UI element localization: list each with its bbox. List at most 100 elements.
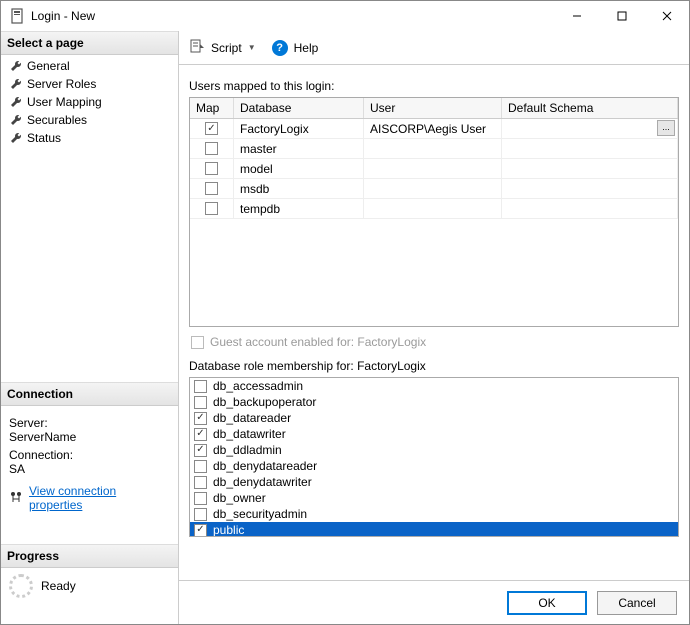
role-item-db_ddladmin[interactable]: db_ddladmin: [190, 442, 678, 458]
sidebar-item-general[interactable]: General: [1, 57, 178, 75]
role-item-db_denydatareader[interactable]: db_denydatareader: [190, 458, 678, 474]
col-database[interactable]: Database: [234, 98, 364, 118]
role-checkbox[interactable]: [194, 412, 207, 425]
col-user[interactable]: User: [364, 98, 502, 118]
role-label: db_denydatawriter: [213, 475, 312, 489]
role-checkbox[interactable]: [194, 380, 207, 393]
user-cell[interactable]: [364, 199, 502, 218]
role-label: db_ddladmin: [213, 443, 282, 457]
login-new-dialog: Login - New Select a page General Server …: [0, 0, 690, 625]
select-page-header: Select a page: [1, 31, 178, 55]
role-label: db_securityadmin: [213, 507, 307, 521]
database-cell[interactable]: master: [234, 139, 364, 158]
database-cell[interactable]: model: [234, 159, 364, 178]
title-bar: Login - New: [1, 1, 689, 31]
connection-label: Connection:: [9, 448, 170, 462]
sidebar-item-user-mapping[interactable]: User Mapping: [1, 93, 178, 111]
progress-spinner-icon: [9, 574, 33, 598]
role-item-db_datareader[interactable]: db_datareader: [190, 410, 678, 426]
role-item-db_accessadmin[interactable]: db_accessadmin: [190, 378, 678, 394]
help-button[interactable]: Help: [294, 41, 319, 55]
role-item-db_datawriter[interactable]: db_datawriter: [190, 426, 678, 442]
connection-properties-icon: [9, 490, 23, 507]
role-item-public[interactable]: public: [190, 522, 678, 537]
map-checkbox[interactable]: [205, 202, 218, 215]
schema-cell[interactable]: [502, 199, 678, 218]
guest-account-row: Guest account enabled for: FactoryLogix: [191, 335, 679, 349]
close-button[interactable]: [644, 1, 689, 31]
cancel-button-label: Cancel: [618, 596, 655, 610]
connection-header: Connection: [1, 382, 178, 406]
col-schema[interactable]: Default Schema: [502, 98, 678, 118]
users-mapped-label: Users mapped to this login:: [189, 79, 679, 93]
map-checkbox[interactable]: [205, 182, 218, 195]
user-cell[interactable]: [364, 139, 502, 158]
role-item-db_backupoperator[interactable]: db_backupoperator: [190, 394, 678, 410]
table-row[interactable]: master: [190, 139, 678, 159]
role-checkbox[interactable]: [194, 428, 207, 441]
script-icon: [189, 38, 205, 57]
right-panel: Script ▼ ? Help Users mapped to this log…: [179, 31, 689, 624]
role-checkbox[interactable]: [194, 460, 207, 473]
role-checkbox[interactable]: [194, 524, 207, 537]
role-label: db_backupoperator: [213, 395, 316, 409]
role-item-db_owner[interactable]: db_owner: [190, 490, 678, 506]
help-icon: ?: [272, 40, 288, 56]
page-nav: General Server Roles User MappingSecurable…: [1, 55, 178, 149]
role-item-db_denydatawriter[interactable]: db_denydatawriter: [190, 474, 678, 490]
view-connection-properties-link[interactable]: View connection properties: [9, 484, 170, 512]
script-button[interactable]: Script: [211, 41, 242, 55]
roles-listbox[interactable]: db_accessadmindb_backupoperator db_datare…: [189, 377, 679, 537]
wrench-icon: [9, 131, 23, 145]
database-cell[interactable]: tempdb: [234, 199, 364, 218]
minimize-button[interactable]: [554, 1, 599, 31]
role-checkbox[interactable]: [194, 476, 207, 489]
connection-value: SA: [9, 462, 170, 476]
role-checkbox[interactable]: [194, 492, 207, 505]
role-label: db_denydatareader: [213, 459, 317, 473]
role-checkbox[interactable]: [194, 396, 207, 409]
col-map[interactable]: Map: [190, 98, 234, 118]
ok-button[interactable]: OK: [507, 591, 587, 615]
user-cell[interactable]: [364, 179, 502, 198]
role-label: db_datareader: [213, 411, 291, 425]
wrench-icon: [9, 77, 23, 91]
users-mapped-grid[interactable]: Map Database User Default Schema Factory…: [189, 97, 679, 327]
maximize-button[interactable]: [599, 1, 644, 31]
progress-header: Progress: [1, 544, 178, 568]
cancel-button[interactable]: Cancel: [597, 591, 677, 615]
schema-browse-button[interactable]: ...: [657, 120, 675, 136]
map-checkbox[interactable]: [205, 142, 218, 155]
schema-cell[interactable]: [502, 139, 678, 158]
wrench-icon: [9, 113, 23, 127]
schema-cell[interactable]: [502, 179, 678, 198]
role-label: db_datawriter: [213, 427, 286, 441]
script-dropdown-icon[interactable]: ▼: [248, 43, 256, 52]
role-item-db_securityadmin[interactable]: db_securityadmin: [190, 506, 678, 522]
user-cell[interactable]: AISCORP\Aegis User: [364, 119, 502, 138]
table-row[interactable]: FactoryLogixAISCORP\Aegis User...: [190, 119, 678, 139]
user-cell[interactable]: [364, 159, 502, 178]
sidebar-item-label: Server Roles: [27, 77, 96, 91]
table-row[interactable]: model: [190, 159, 678, 179]
role-label: public: [213, 523, 244, 537]
role-checkbox[interactable]: [194, 508, 207, 521]
sidebar-item-status[interactable]: Status: [1, 129, 178, 147]
database-cell[interactable]: FactoryLogix: [234, 119, 364, 138]
database-cell[interactable]: msdb: [234, 179, 364, 198]
window-title: Login - New: [31, 9, 95, 23]
map-checkbox[interactable]: [205, 122, 218, 135]
schema-cell[interactable]: [502, 159, 678, 178]
wrench-icon: [9, 95, 23, 109]
sidebar-item-securables[interactable]: Securables: [1, 111, 178, 129]
wrench-icon: [9, 59, 23, 73]
sidebar-item-label: General: [27, 59, 70, 73]
schema-cell[interactable]: ...: [502, 119, 678, 138]
sidebar-item-server-roles[interactable]: Server Roles: [1, 75, 178, 93]
role-checkbox[interactable]: [194, 444, 207, 457]
guest-account-checkbox: [191, 336, 204, 349]
map-checkbox[interactable]: [205, 162, 218, 175]
table-row[interactable]: msdb: [190, 179, 678, 199]
guest-account-label: Guest account enabled for: FactoryLogix: [210, 335, 426, 349]
table-row[interactable]: tempdb: [190, 199, 678, 219]
